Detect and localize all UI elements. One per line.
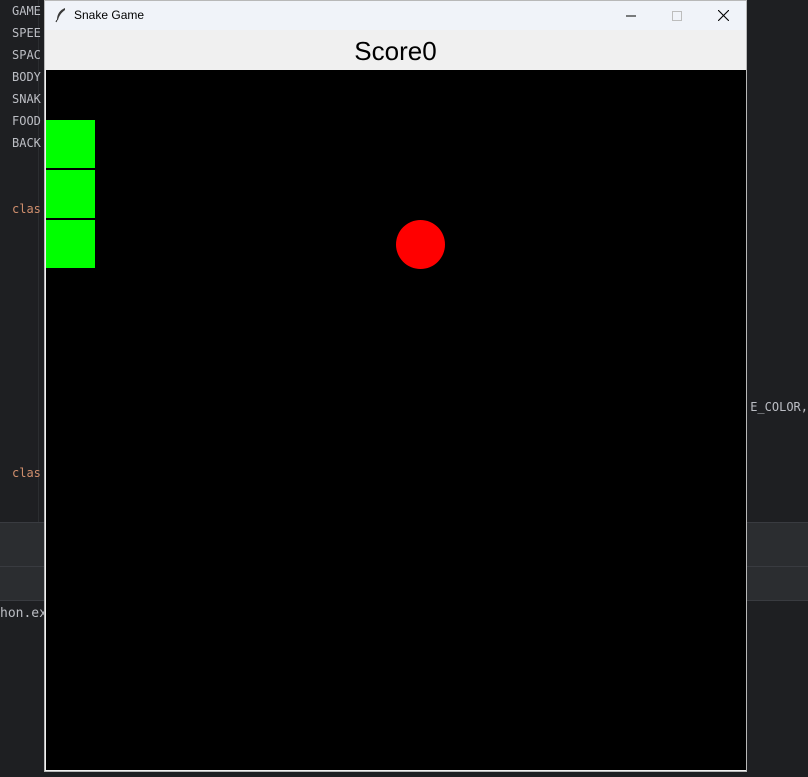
code-line: SPEE: [12, 26, 41, 40]
feather-icon: [54, 7, 68, 23]
code-line: SPAC: [12, 48, 41, 62]
snake-segment: [46, 170, 95, 219]
code-line: SNAK: [12, 92, 41, 106]
code-line: FOOD: [12, 114, 41, 128]
minimize-button[interactable]: [608, 1, 654, 30]
food-apple: [396, 220, 445, 269]
score-label: Score0: [354, 35, 437, 66]
maximize-button[interactable]: [654, 1, 700, 30]
score-bar: Score0: [45, 30, 746, 70]
code-line: clas: [12, 466, 41, 480]
snake-game-window[interactable]: Snake Game Score0: [44, 0, 747, 772]
close-button[interactable]: [700, 1, 746, 30]
code-line: GAME: [12, 4, 41, 18]
code-line: BODY: [12, 70, 41, 84]
snake-segment: [46, 120, 95, 169]
snake-segment: [46, 220, 95, 269]
minimize-icon: [626, 6, 636, 25]
console-line: hon.ex: [0, 606, 47, 621]
code-fragment: E_COLOR,: [750, 400, 808, 414]
code-line: clas: [12, 202, 41, 216]
close-icon: [717, 6, 729, 25]
maximize-icon: [672, 6, 682, 25]
game-canvas[interactable]: [46, 70, 746, 770]
code-line: BACK: [12, 136, 41, 150]
window-title: Snake Game: [74, 8, 145, 22]
title-bar[interactable]: Snake Game: [45, 1, 746, 30]
